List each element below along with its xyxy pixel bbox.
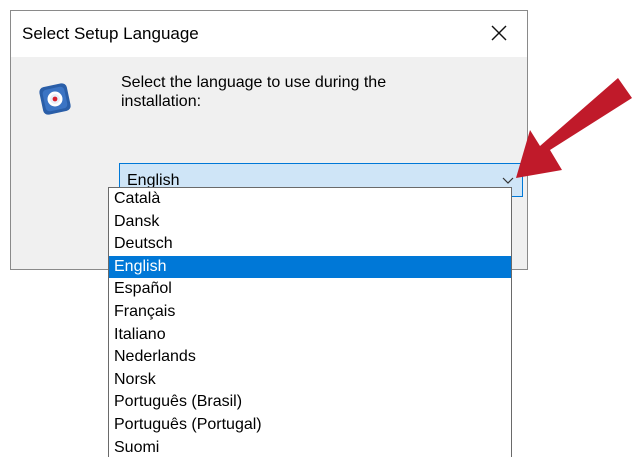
language-option-selected[interactable]: English (109, 255, 511, 279)
language-option[interactable]: Català (109, 188, 511, 211)
language-option[interactable]: Português (Portugal) (109, 414, 511, 437)
title-bar: Select Setup Language (11, 11, 527, 57)
close-button[interactable] (483, 17, 515, 49)
setup-app-icon (39, 83, 71, 115)
language-dropdown-list: Català Dansk Deutsch English Español Fra… (108, 187, 512, 457)
language-option[interactable]: Dansk (109, 211, 511, 234)
language-option[interactable]: Nederlands (109, 346, 511, 369)
language-option[interactable]: Norsk (109, 369, 511, 392)
language-option[interactable]: Français (109, 301, 511, 324)
language-option[interactable]: Português (Brasil) (109, 391, 511, 414)
language-option[interactable]: Español (109, 278, 511, 301)
language-option[interactable]: Italiano (109, 324, 511, 347)
language-option[interactable]: Suomi (109, 437, 511, 457)
window-title: Select Setup Language (22, 24, 199, 43)
instruction-text: Select the language to use during the in… (121, 74, 387, 110)
pointer-arrow-icon (516, 78, 632, 178)
close-icon (491, 25, 507, 41)
language-option[interactable]: Deutsch (109, 233, 511, 256)
